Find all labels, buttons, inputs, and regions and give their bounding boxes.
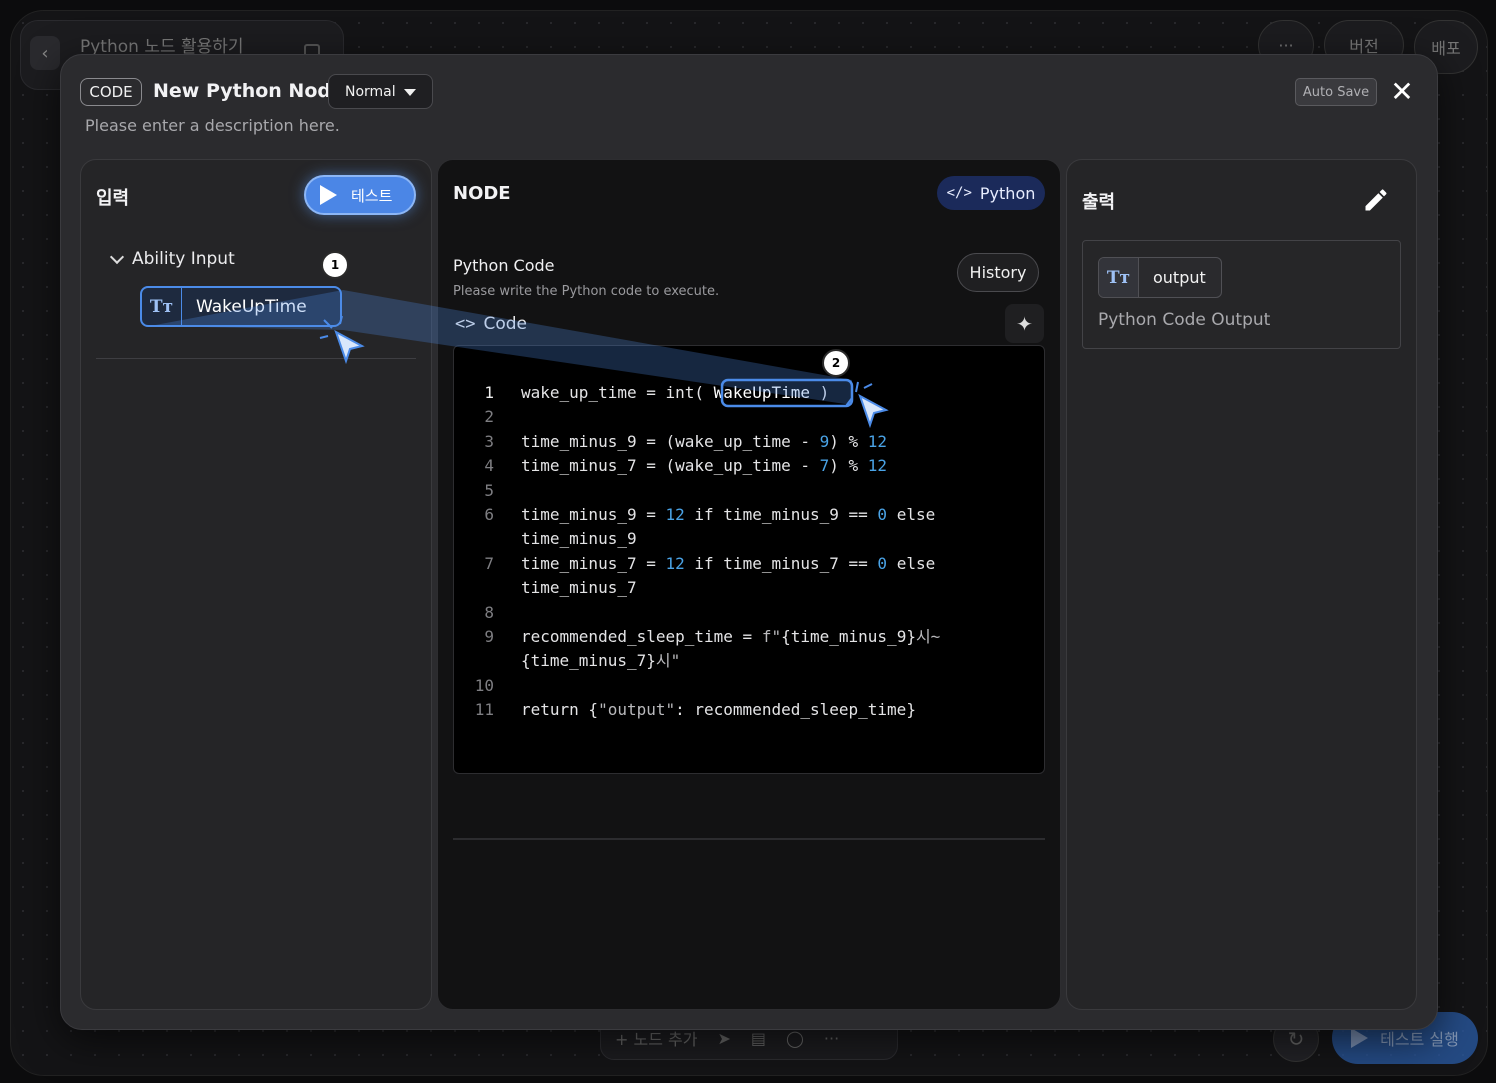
code-text: time_minus_7 = (wake_up_time - 7) % 12 — [521, 456, 888, 476]
node-name[interactable]: New Python Node — [153, 80, 344, 102]
inserted-variable: WakeUpTime — [713, 383, 810, 402]
code-line[interactable]: 2 — [454, 405, 1044, 429]
code-line[interactable]: 4 time_minus_7 = (wake_up_time - 7) % 12 — [454, 454, 1044, 478]
code-line[interactable]: 11 return {"output": recommended_sleep_ti… — [454, 698, 1044, 722]
code-line[interactable]: time_minus_7 — [454, 576, 1044, 600]
pencil-icon[interactable] — [1362, 186, 1390, 214]
input-variable-name: WakeUpTime — [196, 296, 307, 317]
play-icon — [320, 185, 337, 205]
node-type-badge: CODE — [80, 78, 142, 106]
ai-sparkle-icon[interactable]: ✦ — [1005, 304, 1044, 343]
line-number: 11 — [474, 700, 494, 720]
output-description: Python Code Output — [1098, 310, 1271, 330]
cursor-icon[interactable]: ➤ — [717, 1029, 730, 1048]
line-number: 4 — [484, 456, 494, 476]
input-panel-title: 입력 — [96, 188, 130, 209]
code-text: time_minus_9 = (wake_up_time - 9) % 12 — [521, 431, 888, 451]
back-button[interactable]: ‹ — [30, 36, 60, 70]
line-number: 5 — [484, 480, 494, 500]
test-button-label: 테스트 — [351, 186, 393, 205]
memo-icon[interactable]: ▤ — [751, 1029, 766, 1048]
autosave-button[interactable]: Auto Save — [1295, 78, 1377, 106]
chevron-left-icon: ‹ — [41, 42, 49, 64]
code-line[interactable]: 3 time_minus_9 = (wake_up_time - 9) % 12 — [454, 430, 1044, 454]
ability-input-group[interactable]: Ability Input — [109, 249, 235, 269]
output-variable-name: output — [1153, 268, 1206, 287]
code-text: time_minus_9 = 12 if time_minus_9 == 0 e… — [521, 505, 936, 524]
code-line[interactable]: time_minus_9 — [454, 527, 1044, 551]
line-number: 2 — [484, 407, 494, 427]
code-editor[interactable]: 1 wake_up_time = int( WakeUpTime ) 2 3 time_… — [453, 345, 1045, 774]
mode-value: Normal — [345, 83, 396, 100]
code-text: return {"output": recommended_sleep_time… — [521, 700, 916, 720]
code-label-text: Code — [483, 314, 528, 334]
line-number: 8 — [484, 602, 494, 622]
code-text: time_minus_7 = 12 if time_minus_7 == 0 e… — [521, 553, 936, 573]
code-line[interactable]: 6 time_minus_9 = 12 if time_minus_9 == 0 … — [454, 503, 1044, 527]
code-line[interactable]: 5 — [454, 479, 1044, 503]
caret-down-icon — [404, 89, 416, 96]
history-button[interactable]: History — [957, 253, 1039, 292]
output-variable-chip[interactable]: Tт output — [1098, 257, 1222, 298]
code-section-label: <> Code — [455, 314, 527, 334]
ability-input-label: Ability Input — [132, 249, 235, 269]
line-number: 7 — [484, 553, 494, 573]
divider — [96, 358, 416, 359]
test-button[interactable]: 테스트 — [304, 175, 416, 215]
language-label: Python — [979, 183, 1036, 203]
play-icon — [1351, 1028, 1369, 1048]
language-badge: </> Python — [937, 176, 1045, 210]
code-icon: <> — [455, 314, 476, 334]
output-panel-title: 출력 — [1082, 192, 1116, 213]
code-text: {time_minus_7}시" — [521, 651, 681, 671]
line-number: 1 — [484, 383, 494, 402]
code-text: wake_up_time = int( WakeUpTime ) — [521, 383, 830, 402]
chevron-down-icon — [109, 249, 125, 264]
code-line[interactable]: {time_minus_7}시" — [454, 649, 1044, 673]
code-line[interactable]: 10 — [454, 674, 1044, 698]
text-type-icon: Tт — [142, 288, 182, 325]
line-number: 10 — [474, 675, 494, 695]
node-description[interactable]: Please enter a description here. — [85, 116, 340, 135]
code-text: time_minus_9 — [521, 529, 637, 549]
code-brackets-icon: </> — [946, 185, 972, 201]
divider — [453, 838, 1045, 840]
step-marker-1: 1 — [321, 251, 349, 279]
code-line[interactable]: 9 recommended_sleep_time = f"{time_minus_… — [454, 625, 1044, 649]
mode-dropdown[interactable]: Normal — [328, 74, 433, 109]
code-text: recommended_sleep_time = f"{time_minus_9… — [521, 627, 941, 646]
line-number: 9 — [484, 627, 494, 646]
text-type-icon: Tт — [1099, 258, 1139, 297]
step-marker-2: 2 — [822, 349, 850, 377]
code-line[interactable]: 8 — [454, 601, 1044, 625]
code-text: time_minus_7 — [521, 578, 637, 598]
node-panel-title: NODE — [453, 183, 511, 204]
line-number: 6 — [484, 505, 494, 524]
close-icon[interactable]: ✕ — [1388, 78, 1416, 106]
python-code-help: Please write the Python code to execute. — [453, 284, 720, 299]
line-number: 3 — [484, 431, 494, 451]
comment-icon[interactable]: ◯ — [786, 1029, 804, 1048]
more-icon[interactable]: ··· — [824, 1029, 839, 1048]
code-line[interactable]: 7 time_minus_7 = 12 if time_minus_7 == 0 … — [454, 552, 1044, 576]
python-code-label: Python Code — [453, 256, 555, 275]
input-variable-chip[interactable]: Tт WakeUpTime — [140, 286, 342, 327]
code-line[interactable]: 1 wake_up_time = int( WakeUpTime ) — [454, 381, 1044, 405]
